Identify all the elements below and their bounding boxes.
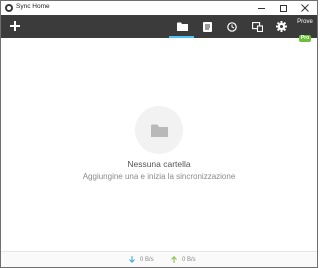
trial-pro-button[interactable]: Prove Pro [295,18,315,44]
trial-label: Prove [297,19,313,25]
maximize-icon [279,4,287,12]
pro-badge: Pro [298,35,312,42]
download-rate-value: 0 B/s [140,256,154,263]
tab-settings[interactable] [270,17,292,36]
add-folder-button[interactable] [6,17,24,35]
active-tab-indicator [169,36,194,38]
clock-icon [227,21,237,32]
app-window: Sync Home Prove Pro Nessuna cartella Agg… [0,0,318,268]
tab-devices[interactable] [246,17,268,36]
maximize-button[interactable] [275,1,291,15]
status-bar: 0 B/s 0 B/s [1,251,317,267]
folder-icon [150,124,168,137]
minimize-icon [257,7,265,9]
toolbar: Prove Pro [1,15,317,42]
app-logo-icon [5,4,13,12]
tab-notes[interactable] [196,17,218,36]
empty-state-title: Nessuna cartella [127,159,191,169]
upload-arrow-icon [171,256,177,263]
upload-rate-value: 0 B/s [182,256,196,263]
close-icon [301,4,309,12]
title-bar[interactable]: Sync Home [1,1,317,15]
gear-icon [275,21,287,32]
download-arrow-icon [129,256,135,263]
close-button[interactable] [297,1,313,15]
empty-state-subtitle: Aggiungine una e inizia la sincronizzazi… [82,172,236,181]
folder-icon [176,22,188,31]
window-title: Sync Home [16,3,50,10]
empty-state-illustration [135,106,183,154]
tab-history[interactable] [221,17,243,36]
minimize-button[interactable] [253,1,269,15]
upload-rate: 0 B/s [171,256,196,263]
document-icon [202,21,212,32]
tab-folders[interactable] [171,17,193,36]
download-rate: 0 B/s [129,256,154,263]
devices-icon [251,21,263,32]
